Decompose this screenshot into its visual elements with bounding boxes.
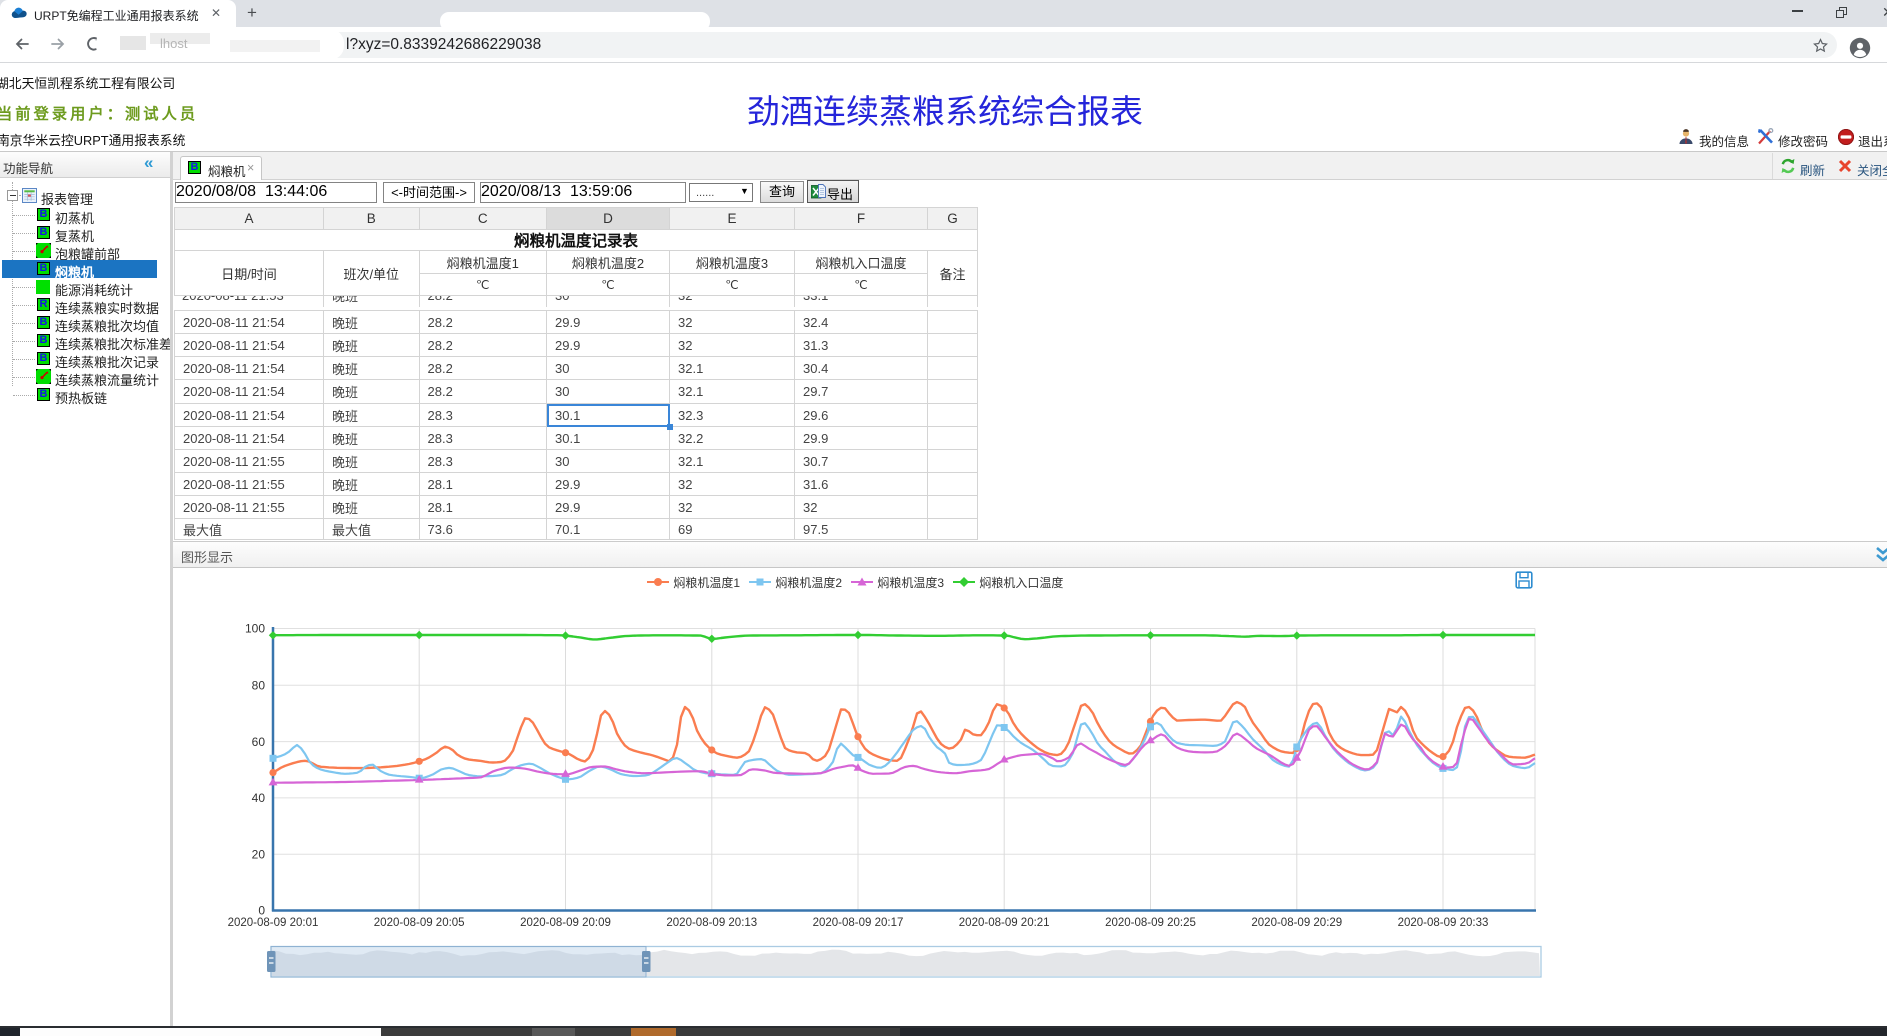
svg-text:2020-08-09 20:17: 2020-08-09 20:17 [813, 917, 904, 929]
svg-text:2020-08-09 20:33: 2020-08-09 20:33 [1398, 917, 1489, 929]
svg-text:40: 40 [252, 791, 266, 805]
svg-text:100: 100 [245, 622, 265, 636]
svg-text:60: 60 [252, 735, 266, 749]
svg-text:0: 0 [258, 904, 265, 918]
svg-text:80: 80 [252, 679, 266, 693]
svg-text:2020-08-09 20:25: 2020-08-09 20:25 [1105, 917, 1196, 929]
svg-text:2020-08-09 20:29: 2020-08-09 20:29 [1251, 917, 1342, 929]
svg-text:2020-08-09 20:01: 2020-08-09 20:01 [228, 917, 319, 929]
svg-text:2020-08-09 20:13: 2020-08-09 20:13 [666, 917, 757, 929]
svg-text:20: 20 [252, 847, 266, 861]
svg-text:2020-08-09 20:09: 2020-08-09 20:09 [520, 917, 611, 929]
svg-text:2020-08-09 20:05: 2020-08-09 20:05 [374, 917, 465, 929]
svg-text:2020-08-09 20:21: 2020-08-09 20:21 [959, 917, 1050, 929]
